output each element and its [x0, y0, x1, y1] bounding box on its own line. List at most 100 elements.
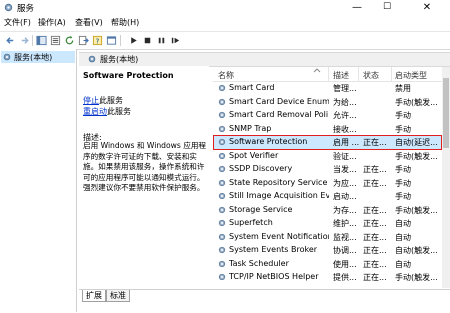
service-description: 管理... [333, 84, 357, 93]
service-status: 正在... [363, 273, 387, 282]
stop-service-icon[interactable] [142, 35, 153, 46]
tab-extended[interactable]: 扩展 [82, 290, 106, 302]
service-name: Smart Card [229, 83, 275, 92]
service-name: Smart Card Device Enum... [229, 96, 329, 106]
service-description: 验证... [333, 151, 357, 161]
service-description: 使用... [333, 259, 357, 269]
refresh-icon[interactable] [64, 35, 75, 46]
service-description: 为应... [333, 178, 357, 188]
stop-link[interactable]: 停止 [83, 96, 99, 105]
service-name: Task Scheduler [229, 258, 289, 268]
service-gear-icon [218, 125, 226, 132]
service-row[interactable]: Superfetch 维护... 正在... 自动 [213, 217, 450, 231]
service-startup-type: 手动(触发... [395, 97, 438, 107]
maximize-button[interactable]: ☐ [374, 0, 400, 16]
service-row[interactable]: TCP/IP NetBIOS Helper 提供... 正在... 手动(触发... [213, 271, 450, 285]
scrollbar-thumb[interactable] [443, 78, 449, 148]
service-name: Storage Service [229, 204, 293, 214]
service-startup-type: 自动 [395, 259, 411, 269]
menu-help[interactable]: 帮助(H) [111, 17, 139, 28]
service-description: 允许... [333, 111, 357, 120]
close-button[interactable]: ✕ [414, 0, 440, 16]
service-status: 正在... [363, 232, 387, 242]
service-status: 正在... [363, 219, 387, 228]
service-gear-icon [218, 165, 226, 173]
export-list-icon[interactable] [78, 35, 89, 46]
services-gear-icon [4, 3, 13, 12]
service-gear-icon [218, 84, 226, 92]
service-gear-icon [218, 260, 226, 267]
service-startup-type: 手动 [395, 165, 411, 174]
service-name: SNMP Trap [229, 123, 272, 133]
service-row[interactable]: Storage Service 为存... 正在... 手动(触发... [213, 204, 450, 218]
service-row[interactable]: Still Image Acquisition Ev... 启动... 手动 [213, 190, 450, 204]
console-tree-icon[interactable] [36, 35, 47, 46]
service-gear-icon [218, 206, 226, 213]
service-startup-type: 手动 [395, 111, 411, 120]
pause-service-icon[interactable] [156, 35, 167, 46]
detail-service-name: Software Protection [83, 71, 174, 80]
service-row[interactable]: Smart Card Removal Poli... 允许... 手动 [213, 109, 450, 123]
column-description[interactable]: 描述 [333, 70, 349, 81]
service-startup-type: 手动 [395, 192, 411, 201]
service-row[interactable]: System Event Notification... 监视... 正在... 自动 [213, 231, 450, 245]
service-gear-icon [218, 233, 226, 240]
service-row[interactable]: Task Scheduler 使用... 正在... 自动 [213, 258, 450, 272]
restart-suffix: 此服务 [107, 107, 131, 116]
console-window-icon[interactable] [106, 35, 117, 46]
column-startup-type[interactable]: 启动类型 [395, 70, 427, 81]
service-row[interactable]: SNMP Trap 接收... 手动 [213, 123, 450, 137]
list-header: 名称 描述 状态 启动类型 [213, 67, 450, 82]
service-row[interactable]: State Repository Service 为应... 正在... 手动 [213, 177, 450, 191]
service-name: Still Image Acquisition Ev... [229, 191, 329, 200]
service-detail-panel: Software Protection 停止此服务 重启动此服务 描述: 启用 … [79, 66, 209, 288]
menu-file[interactable]: 文件(F) [4, 17, 31, 28]
service-status: 正在... [363, 165, 387, 174]
service-row[interactable]: Smart Card 管理... 禁用 [213, 82, 450, 96]
service-name: System Events Broker [229, 245, 318, 254]
service-row[interactable]: Smart Card Device Enum... 为给... 手动(触发... [213, 96, 450, 110]
service-gear-icon [218, 219, 226, 227]
service-name: Smart Card Removal Poli... [229, 110, 329, 119]
restart-link[interactable]: 重启动 [83, 107, 107, 116]
tree-item-services-local[interactable]: 服务(本地) [1, 51, 75, 63]
start-service-icon[interactable] [128, 35, 139, 46]
services-gear-icon [3, 53, 11, 61]
service-startup-type: 自动(触发... [395, 246, 438, 255]
properties-list-icon[interactable] [50, 35, 61, 46]
title-bar: 服务 — ☐ ✕ [0, 0, 450, 16]
service-gear-icon [218, 98, 226, 105]
service-gear-icon [218, 152, 226, 159]
service-gear-icon [218, 273, 226, 281]
column-status[interactable]: 状态 [363, 70, 379, 81]
forward-arrow-icon[interactable] [19, 35, 30, 46]
service-status: 正在... [363, 259, 387, 269]
window-title: 服务 [17, 4, 35, 14]
stop-service-action: 停止此服务 [83, 95, 123, 106]
service-description: 提供... [333, 273, 357, 282]
tab-standard[interactable]: 标准 [106, 290, 130, 302]
restart-service-icon[interactable] [170, 35, 181, 46]
service-description: 为给... [333, 97, 357, 107]
services-gear-icon [88, 55, 96, 63]
back-arrow-icon[interactable] [5, 35, 16, 46]
help-icon[interactable]: ? [92, 35, 103, 46]
menu-view[interactable]: 查看(V) [75, 17, 103, 28]
pane-header: 服务(本地) [79, 52, 450, 67]
stop-suffix: 此服务 [99, 96, 123, 105]
view-tabs: 扩展 标准 [79, 289, 450, 313]
service-row[interactable]: System Events Broker 协调... 正在... 自动(触发... [213, 244, 450, 258]
column-name[interactable]: 名称 [218, 70, 234, 81]
minimize-button[interactable]: — [344, 0, 370, 16]
service-gear-icon [218, 111, 226, 119]
pane-header-title: 服务(本地) [100, 55, 139, 64]
service-row[interactable]: Spot Verifier 验证... 手动(触发... [213, 150, 450, 164]
menu-action[interactable]: 操作(A) [38, 17, 66, 28]
service-gear-icon [218, 179, 226, 186]
tree-item-label: 服务(本地) [14, 53, 53, 62]
console-tree: 服务(本地) [0, 49, 77, 312]
service-name: Superfetch [229, 218, 273, 227]
service-startup-type: 手动(触发... [395, 273, 438, 282]
service-startup-type: 自动 [395, 232, 411, 242]
service-row[interactable]: SSDP Discovery 当发... 正在... 手动 [213, 163, 450, 177]
